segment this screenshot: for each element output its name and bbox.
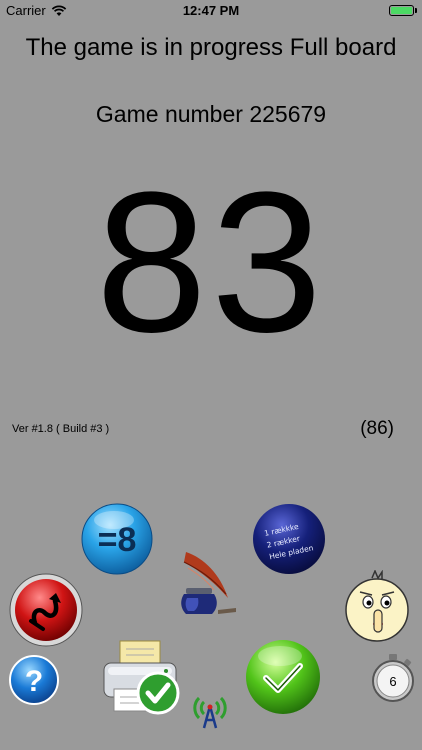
status-time: 12:47 PM bbox=[182, 3, 240, 18]
wireless-tower-icon[interactable] bbox=[191, 690, 229, 730]
current-drawn-number: 83 bbox=[95, 151, 327, 374]
equals8-label: =8 bbox=[98, 521, 137, 559]
equals8-button[interactable]: =8 bbox=[81, 503, 153, 575]
question-mark-icon: ? bbox=[25, 665, 43, 698]
version-label: Ver #1.8 ( Build #3 ) bbox=[12, 423, 110, 435]
battery-icon bbox=[389, 5, 414, 16]
numbers-remaining-count: (86) bbox=[360, 418, 394, 439]
confirm-check-button[interactable] bbox=[244, 638, 322, 716]
quill-inkwell-icon[interactable] bbox=[178, 548, 240, 618]
battery-fill bbox=[391, 7, 412, 14]
help-button[interactable]: ? bbox=[8, 654, 60, 706]
silence-face-button[interactable] bbox=[342, 570, 412, 644]
pattern-select-button[interactable]: 1 rækkke 2 rækker Hele pladen bbox=[252, 503, 326, 575]
reset-game-button[interactable] bbox=[9, 573, 83, 647]
print-check-badge bbox=[136, 671, 180, 715]
stopwatch-label: 6 bbox=[389, 674, 396, 689]
print-button[interactable] bbox=[100, 637, 182, 717]
battery-cap bbox=[415, 8, 417, 13]
game-status-title: The game is in progress Full board bbox=[25, 34, 397, 61]
stopwatch-button[interactable]: 6 bbox=[370, 652, 416, 704]
game-number-label: Game number 225679 bbox=[95, 101, 327, 127]
status-bar: Carrier 12:47 PM bbox=[0, 0, 422, 22]
